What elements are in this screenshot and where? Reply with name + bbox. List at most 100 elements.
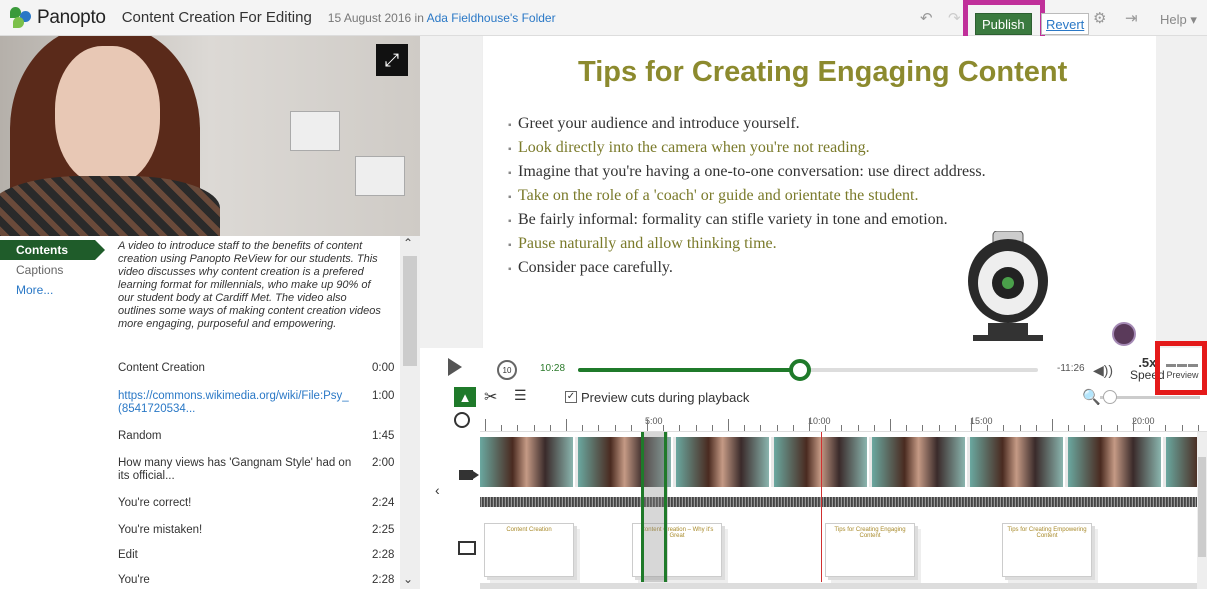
progress-fill — [578, 368, 799, 372]
preview-cuts-checkbox[interactable]: ✓ — [565, 391, 577, 403]
playhead-line[interactable] — [821, 432, 822, 582]
session-description: A video to introduce staff to the benefi… — [118, 240, 381, 330]
chevron-down-icon[interactable]: ⌄ — [403, 572, 413, 586]
list-item-time: 2:25 — [372, 524, 395, 536]
slide-margin-right — [1156, 36, 1207, 348]
list-item-title: How many views has 'Gangnam Style' had o… — [118, 457, 352, 482]
progress-knob[interactable] — [789, 359, 811, 381]
list-item[interactable]: You're 2:28 — [100, 574, 400, 587]
ruler-tick — [533, 425, 535, 431]
zoom-knob[interactable] — [1103, 390, 1117, 404]
chevron-up-icon[interactable]: ⌃ — [403, 236, 413, 250]
folder-link[interactable]: Ada Fieldhouse's Folder — [427, 11, 556, 25]
ruler-tick — [1116, 425, 1118, 431]
scrollbar-thumb[interactable] — [403, 256, 417, 366]
slide-bullet: Look directly into the camera when you'r… — [508, 138, 1068, 159]
cut-start-handle[interactable] — [641, 432, 644, 582]
ruler-tick — [582, 425, 584, 431]
tab-captions[interactable]: Captions — [0, 260, 100, 280]
slide-bullet: Greet your audience and introduce yourse… — [508, 114, 1068, 135]
timeline-hscrollbar[interactable] — [480, 583, 1197, 589]
undo-icon[interactable]: ↶ — [920, 9, 933, 27]
ruler-tick — [566, 419, 567, 431]
volume-icon[interactable]: ◀)) — [1093, 362, 1113, 379]
ruler-tick — [922, 425, 924, 431]
ruler-tick — [679, 425, 681, 431]
ruler-tick — [1035, 425, 1037, 431]
list-item[interactable]: Content Creation 0:00 — [100, 362, 400, 375]
zoom-out-icon[interactable]: 🔍 — [1082, 388, 1101, 406]
video-frame-thumbnail — [480, 437, 575, 487]
slide-thumbnail[interactable]: Tips for Creating Empowering Content — [1002, 523, 1092, 577]
list-item-time: 0:00 — [372, 362, 395, 374]
select-tool-icon[interactable]: ▲ — [454, 387, 476, 407]
logo-text: Panopto — [37, 6, 106, 28]
panopto-logo-icon — [10, 6, 32, 29]
list-item[interactable]: You're correct! 2:24 — [100, 497, 400, 510]
list-item[interactable]: How many views has 'Gangnam Style' had o… — [100, 457, 400, 483]
panopto-logo[interactable]: Panopto — [10, 6, 106, 29]
slide-thumbnail[interactable]: Content Creation — [484, 523, 574, 577]
ruler-tick — [938, 425, 940, 431]
slide-thumbnail-title: Tips for Creating Engaging Content — [834, 527, 906, 539]
video-track[interactable] — [480, 437, 1197, 487]
audio-waveform — [480, 497, 1197, 507]
contents-panel: A video to introduce staff to the benefi… — [100, 236, 400, 589]
ruler-tick — [517, 425, 519, 431]
publish-button[interactable]: Publish — [975, 13, 1032, 35]
cut-end-handle[interactable] — [664, 432, 667, 582]
list-item[interactable]: Random 1:45 — [100, 430, 400, 443]
chevron-left-icon[interactable]: ‹ — [435, 482, 440, 498]
ruler-tick — [728, 419, 729, 431]
expand-icon[interactable]: ⤢ — [376, 44, 408, 76]
scissors-icon[interactable]: ✂ — [484, 387, 497, 407]
preview-button[interactable]: ▬▬▬ Preview — [1166, 359, 1199, 380]
revert-button[interactable]: Revert — [1041, 13, 1090, 35]
ruler-tick — [792, 425, 794, 431]
ruler-tick — [501, 425, 503, 431]
contents-scrollbar[interactable]: ⌃ ⌄ — [400, 236, 420, 589]
ruler-tick — [1197, 425, 1199, 431]
timeline-scrollbar[interactable] — [1197, 432, 1207, 589]
slide-margin-left — [420, 36, 482, 348]
list-item[interactable]: You're mistaken! 2:25 — [100, 524, 400, 537]
webcam-clipart-icon — [968, 231, 1048, 341]
ruler-label: 20:00 — [1132, 416, 1155, 426]
list-item-title: Edit — [118, 549, 138, 561]
ruler-tick — [647, 419, 648, 431]
redo-icon[interactable]: ↷ — [948, 9, 961, 27]
list-item[interactable]: https://commons.wikimedia.org/wiki/File:… — [100, 390, 400, 416]
slide-thumbnail[interactable]: Tips for Creating Engaging Content — [825, 523, 915, 577]
ruler-tick — [760, 425, 762, 431]
slide-bullet: Be fairly informal: formality can stifle… — [508, 210, 988, 231]
ruler-tick — [987, 425, 989, 431]
play-icon[interactable] — [448, 358, 462, 376]
scrollbar-thumb[interactable] — [1198, 457, 1206, 557]
list-item-time: 2:00 — [372, 457, 395, 469]
ruler-tick — [1149, 425, 1151, 431]
list-icon[interactable]: ☰ — [514, 387, 527, 404]
ruler-tick — [630, 425, 632, 431]
session-title: Content Creation For Editing — [121, 9, 312, 26]
timeline-ruler[interactable]: 5:00 10:00 15:00 20:00 — [480, 408, 1207, 432]
slide-view: Tips for Creating Engaging Content Greet… — [482, 36, 1156, 348]
slides-track[interactable]: Content Creation Content Creation – Why … — [480, 519, 1197, 583]
exit-icon[interactable]: ⇥ — [1125, 9, 1138, 27]
gear-icon[interactable]: ⚙ — [1093, 9, 1106, 27]
list-item[interactable]: Edit 2:28 — [100, 549, 400, 562]
list-item-title: You're correct! — [118, 497, 192, 509]
rewind-10-icon[interactable]: 10 — [497, 360, 517, 380]
slide-avatar-icon — [1112, 322, 1136, 346]
ruler-tick — [1003, 425, 1005, 431]
help-menu[interactable]: Help ▾ — [1160, 12, 1197, 28]
presenter-shirt — [0, 176, 220, 236]
clock-icon — [454, 412, 470, 428]
ruler-tick — [873, 425, 875, 431]
tab-more[interactable]: More... — [0, 280, 100, 300]
list-item-time: 2:24 — [372, 497, 395, 509]
tab-contents[interactable]: Contents — [0, 240, 105, 260]
webcam-video[interactable]: ⤢ — [0, 36, 420, 236]
list-item-time: 2:28 — [372, 549, 395, 561]
ruler-tick — [971, 419, 972, 431]
audio-track[interactable] — [480, 489, 1197, 515]
